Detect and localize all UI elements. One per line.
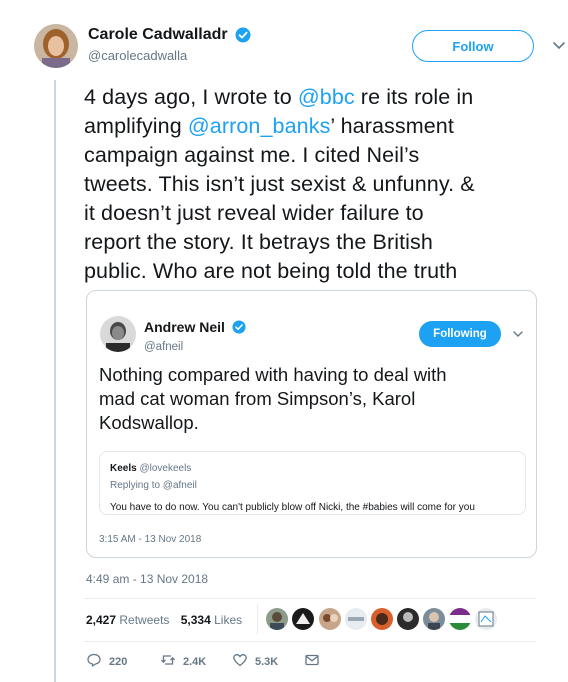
tweet-text-segment: ’ harassment: [330, 114, 454, 138]
tweet-text-segment: re its role in: [354, 85, 474, 109]
mention-link[interactable]: @arron_banks: [188, 114, 331, 138]
liker-avatar[interactable]: [371, 608, 393, 630]
inner-quote-author-handle[interactable]: @lovekeels: [139, 463, 191, 474]
liker-avatar[interactable]: [423, 608, 445, 630]
inner-quote-text: You have to do now. You can't publicly b…: [110, 502, 475, 513]
retweets-label[interactable]: Retweets: [119, 613, 169, 627]
retweet-count: 2.4K: [183, 656, 207, 668]
liker-avatar[interactable]: [449, 608, 471, 630]
thread-line: [54, 80, 56, 682]
tweet-text-line: tweets. This isn’t just sexist & unfunny…: [84, 172, 475, 196]
liker-avatars: [266, 608, 502, 630]
quoted-tweet[interactable]: Andrew Neil @afneil Following Nothing co…: [86, 290, 537, 558]
like-button[interactable]: 5.3K: [232, 652, 278, 672]
tweet-header: Carole Cadwalladr @carolecadwalla Follow: [34, 22, 565, 72]
liker-avatar[interactable]: [319, 608, 341, 630]
verified-badge-icon: [232, 320, 246, 334]
chevron-down-icon[interactable]: [511, 327, 525, 341]
liker-avatar[interactable]: [345, 608, 367, 630]
action-bar: 220 2.4K 5.3K: [86, 652, 386, 672]
tweet-text: 4 days ago, I wrote to @bbc re its role …: [84, 83, 544, 286]
chevron-down-icon[interactable]: [550, 36, 568, 54]
verified-badge-icon: [235, 27, 251, 43]
reply-icon: [86, 652, 102, 673]
inner-quote-author: Keels @lovekeels: [110, 463, 191, 474]
tweet-text-line: report the story. It betrays the British: [84, 230, 433, 254]
likes-label[interactable]: Likes: [214, 613, 242, 627]
tweet-text-segment: amplifying: [84, 114, 188, 138]
tweet-text-line: it doesn’t just reveal wider failure to: [84, 201, 424, 225]
liker-avatar[interactable]: [475, 608, 497, 630]
envelope-icon: [304, 652, 320, 673]
inner-quote-replying-to: Replying to @afneil: [110, 480, 197, 491]
divider: [257, 604, 258, 634]
quoted-author-name[interactable]: Andrew Neil: [144, 319, 225, 335]
reply-button[interactable]: 220: [86, 652, 127, 672]
follow-button[interactable]: Follow: [412, 30, 534, 62]
retweet-icon: [160, 652, 176, 673]
tweet-text-segment: 4 days ago, I wrote to: [84, 85, 298, 109]
retweet-button[interactable]: 2.4K: [160, 652, 206, 672]
avatar[interactable]: [34, 24, 78, 68]
tweet-timestamp[interactable]: 4:49 am - 13 Nov 2018: [86, 572, 208, 586]
author-name[interactable]: Carole Cadwalladr: [88, 26, 228, 44]
quoted-tweet-text: Nothing compared with having to deal wit…: [99, 363, 524, 435]
following-button[interactable]: Following: [419, 321, 501, 347]
engagement-stats: 2,427 Retweets 5,334 Likes: [86, 613, 242, 627]
heart-icon: [232, 652, 248, 673]
direct-message-button[interactable]: [304, 652, 320, 672]
reply-count: 220: [109, 656, 128, 668]
liker-avatar[interactable]: [397, 608, 419, 630]
quoted-author-handle[interactable]: @afneil: [144, 341, 246, 353]
like-count: 5.3K: [255, 656, 279, 668]
quoted-timestamp[interactable]: 3:15 AM - 13 Nov 2018: [99, 534, 201, 545]
mention-link[interactable]: @bbc: [298, 85, 355, 109]
quoted-text-line: Nothing compared with having to deal wit…: [99, 364, 447, 385]
retweets-count[interactable]: 2,427: [86, 613, 116, 627]
divider: [84, 598, 536, 599]
inner-quoted-tweet[interactable]: Keels @lovekeels Replying to @afneil You…: [99, 451, 526, 515]
quoted-text-line: Kodswallop.: [99, 412, 199, 433]
quoted-avatar[interactable]: [100, 316, 136, 352]
tweet-text-line: campaign against me. I cited Neil’s: [84, 143, 420, 167]
likes-count[interactable]: 5,334: [181, 613, 211, 627]
quoted-author-block: Andrew Neil @afneil: [144, 318, 246, 353]
author-handle[interactable]: @carolecadwalla: [88, 48, 251, 63]
inner-quote-author-name[interactable]: Keels: [110, 463, 137, 474]
liker-avatar[interactable]: [266, 608, 288, 630]
divider: [84, 641, 536, 642]
author-block: Carole Cadwalladr @carolecadwalla: [88, 26, 251, 63]
liker-avatar[interactable]: [292, 608, 314, 630]
quoted-text-line: mad cat woman from Simpson’s, Karol: [99, 388, 416, 409]
tweet-text-line: public. Who are not being told the truth: [84, 259, 458, 283]
